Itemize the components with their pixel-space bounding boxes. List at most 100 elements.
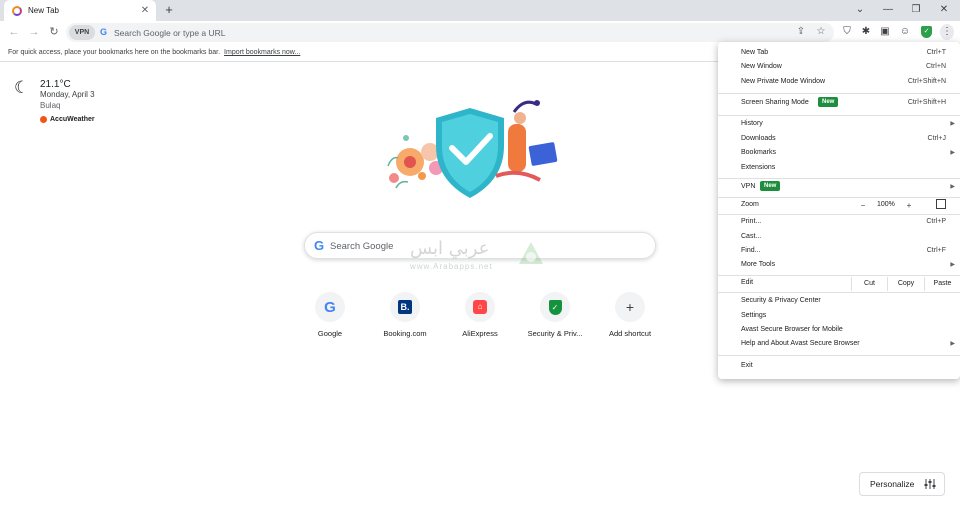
menu-item-print[interactable]: Print... Ctrl+P — [718, 216, 960, 230]
shortcut-google[interactable]: G Google — [295, 292, 365, 340]
search-box[interactable]: G — [304, 232, 656, 259]
sidebar-icon[interactable]: ▣ — [879, 26, 891, 38]
menu-separator — [718, 178, 960, 179]
menu-separator — [718, 214, 960, 215]
new-tab-button[interactable]: + — [162, 3, 176, 17]
google-icon: G — [324, 298, 336, 316]
vpn-button[interactable]: VPN — [69, 25, 95, 40]
menu-item-exit[interactable]: Exit — [718, 360, 960, 374]
tab-new-tab[interactable]: New Tab ✕ — [4, 0, 156, 21]
menu-separator — [718, 197, 960, 198]
back-button[interactable]: ← — [7, 25, 21, 39]
tab-search-chevron-icon[interactable]: ⌄ — [852, 3, 868, 17]
forward-button[interactable]: → — [27, 25, 41, 39]
toolbar: ← → ↻ VPN G ⇪ ☆ ⛉ ✱ ▣ ☺ — [0, 21, 960, 44]
shortcut-tile: ✓ — [540, 292, 570, 322]
menu-item-vpn[interactable]: VPN New ▶ — [718, 181, 960, 195]
menu-item-extensions[interactable]: Extensions — [718, 162, 960, 176]
reload-button[interactable]: ↻ — [47, 25, 61, 39]
menu-item-bookmarks[interactable]: Bookmarks ▶ — [718, 147, 960, 161]
new-badge: New — [760, 181, 781, 191]
shortcut-add[interactable]: + Add shortcut — [595, 292, 665, 340]
edit-copy-button[interactable]: Copy — [887, 277, 924, 291]
plus-icon: + — [625, 299, 635, 315]
edit-paste-button[interactable]: Paste — [924, 277, 960, 291]
weather-widget[interactable]: ☾ 21.1°C Monday, April 3 Bulaq AccuWeath… — [14, 76, 134, 126]
shortcut-label: Add shortcut — [608, 329, 652, 338]
submenu-arrow-icon: ▶ — [950, 150, 955, 156]
shortcut-label: Booking.com — [383, 329, 427, 338]
zoom-in-button[interactable]: + — [903, 201, 915, 210]
menu-item-new-private-window[interactable]: New Private Mode Window Ctrl+Shift+N — [718, 76, 960, 90]
weather-location: Bulaq — [40, 101, 61, 110]
bookmarks-hint: For quick access, place your bookmarks h… — [8, 49, 221, 56]
browser-favicon-icon — [12, 5, 22, 16]
menu-item-security-center[interactable]: Security & Privacy Center — [718, 295, 960, 309]
bookmark-star-icon[interactable]: ☆ — [815, 26, 827, 38]
tab-close-icon[interactable]: ✕ — [140, 5, 150, 16]
address-input[interactable] — [114, 26, 714, 39]
zoom-out-button[interactable]: − — [857, 201, 869, 210]
menu-item-new-window[interactable]: New Window Ctrl+N — [718, 61, 960, 75]
menu-item-history[interactable]: History ▶ — [718, 118, 960, 132]
google-logo-icon: G — [314, 238, 325, 253]
minimize-button[interactable]: — — [880, 3, 896, 17]
menu-item-more-tools[interactable]: More Tools ▶ — [718, 259, 960, 273]
shortcut-security-privacy[interactable]: ✓ Security & Priv... — [520, 292, 590, 340]
adblock-shield-icon[interactable]: ⛉ — [841, 26, 853, 38]
fullscreen-icon[interactable] — [936, 199, 946, 209]
menu-item-mobile[interactable]: Avast Secure Browser for Mobile — [718, 324, 960, 338]
tab-title: New Tab — [28, 6, 59, 15]
menu-item-settings[interactable]: Settings — [718, 310, 960, 324]
submenu-arrow-icon: ▶ — [950, 262, 955, 268]
menu-item-edit: Edit Cut Copy Paste — [718, 277, 960, 291]
submenu-arrow-icon: ▶ — [950, 341, 955, 347]
extensions-puzzle-icon[interactable]: ✱ — [860, 26, 872, 38]
submenu-arrow-icon: ▶ — [950, 184, 955, 190]
share-icon[interactable]: ⇪ — [795, 26, 807, 38]
menu-item-screen-sharing[interactable]: Screen Sharing Mode New Ctrl+Shift+H — [718, 97, 960, 111]
shortcut-label: Security & Priv... — [527, 329, 583, 338]
search-input[interactable] — [330, 238, 630, 254]
moon-cloud-icon: ☾ — [14, 78, 30, 97]
close-window-button[interactable]: ✕ — [936, 3, 952, 17]
tab-strip: New Tab ✕ + ⌄ — ❐ ✕ — [0, 0, 960, 21]
shortcut-aliexpress[interactable]: ⌂ AliExpress — [445, 292, 515, 340]
menu-item-downloads[interactable]: Downloads Ctrl+J — [718, 133, 960, 147]
security-shield-icon: ✓ — [548, 299, 562, 315]
submenu-arrow-icon: ▶ — [950, 121, 955, 127]
shortcut-tile: ⌂ — [465, 292, 495, 322]
menu-separator — [718, 93, 960, 94]
new-badge: New — [818, 97, 839, 107]
omnibox[interactable]: VPN G ⇪ ☆ — [66, 23, 834, 42]
menu-separator — [718, 115, 960, 116]
edit-cut-button[interactable]: Cut — [851, 277, 887, 291]
weather-date: Monday, April 3 — [40, 90, 95, 99]
shortcut-label: AliExpress — [462, 329, 498, 338]
personalize-label: Personalize — [870, 479, 915, 489]
menu-separator — [718, 275, 960, 276]
shortcut-label: Google — [317, 329, 343, 338]
profile-icon[interactable]: ☺ — [899, 26, 911, 38]
menu-kebab-icon[interactable]: ⋮ — [940, 24, 954, 40]
menu-item-find[interactable]: Find... Ctrl+F — [718, 245, 960, 259]
accuweather-icon — [40, 116, 47, 123]
sliders-icon — [924, 479, 936, 489]
security-shield-icon[interactable]: ✓ — [921, 26, 932, 38]
browser-menu: New Tab Ctrl+T New Window Ctrl+N New Priva… — [718, 42, 960, 379]
menu-item-cast[interactable]: Cast... — [718, 231, 960, 245]
menu-item-zoom: Zoom − 100% + — [718, 199, 960, 213]
google-icon: G — [100, 27, 108, 37]
aliexpress-icon: ⌂ — [473, 300, 487, 314]
restore-button[interactable]: ❐ — [908, 3, 924, 17]
menu-separator — [718, 292, 960, 293]
menu-item-new-tab[interactable]: New Tab Ctrl+T — [718, 47, 960, 61]
shortcut-tile: B. — [390, 292, 420, 322]
shortcut-booking[interactable]: B. Booking.com — [370, 292, 440, 340]
menu-item-help[interactable]: Help and About Avast Secure Browser ▶ — [718, 338, 960, 352]
import-bookmarks-link[interactable]: Import bookmarks now... — [224, 49, 300, 56]
personalize-button[interactable]: Personalize — [859, 472, 945, 496]
zoom-level: 100% — [877, 201, 895, 208]
accuweather-logo[interactable]: AccuWeather — [40, 116, 95, 123]
booking-icon: B. — [398, 300, 412, 314]
